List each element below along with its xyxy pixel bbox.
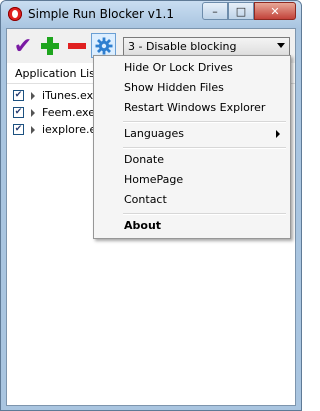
menu-item-donate[interactable]: Donate xyxy=(96,150,288,170)
chevron-down-icon[interactable] xyxy=(277,43,285,48)
title-bar[interactable]: Simple Run Blocker v1.1 – □ ✕ xyxy=(1,1,301,28)
menu-item-contact[interactable]: Contact xyxy=(96,190,288,210)
blocking-mode-value: 3 - Disable blocking xyxy=(128,40,237,53)
menu-item-label: Donate xyxy=(124,153,164,166)
menu-item-homepage[interactable]: HomePage xyxy=(96,170,288,190)
checkbox[interactable]: ✔ xyxy=(13,107,24,118)
app-name: iTunes.exe xyxy=(42,89,100,102)
check-icon[interactable]: ✔ xyxy=(11,34,35,59)
expand-arrow-icon[interactable] xyxy=(31,126,35,134)
menu-separator xyxy=(123,213,286,215)
expand-arrow-icon[interactable] xyxy=(31,109,35,117)
menu-item-label: Show Hidden Files xyxy=(124,81,224,94)
app-name: Feem.exe xyxy=(42,106,95,119)
menu-item-label: About xyxy=(124,219,162,232)
menu-separator xyxy=(123,147,286,149)
menu-item-label: Hide Or Lock Drives xyxy=(124,61,233,74)
submenu-arrow-icon xyxy=(276,130,280,138)
caption-buttons: – □ ✕ xyxy=(202,2,296,20)
menu-separator xyxy=(123,121,286,123)
menu-item-label: Languages xyxy=(124,127,185,140)
add-icon[interactable] xyxy=(38,34,62,58)
blocking-mode-select[interactable]: 3 - Disable blocking xyxy=(123,37,290,56)
menu-item-restart-windows-explorer[interactable]: Restart Windows Explorer xyxy=(96,98,288,118)
app-window: Simple Run Blocker v1.1 – □ ✕ ✔ 3 - Disa… xyxy=(0,0,302,411)
application-list-header-label: Application List xyxy=(15,67,100,80)
maximize-button[interactable]: □ xyxy=(228,2,254,20)
window-title: Simple Run Blocker v1.1 xyxy=(28,7,174,21)
menu-item-label: HomePage xyxy=(124,173,184,186)
menu-item-show-hidden-files[interactable]: Show Hidden Files xyxy=(96,78,288,98)
menu-item-about[interactable]: About xyxy=(96,216,288,236)
menu-item-label: Contact xyxy=(124,193,167,206)
menu-item-hide-or-lock-drives[interactable]: Hide Or Lock Drives xyxy=(96,58,288,78)
minimize-button[interactable]: – xyxy=(202,2,228,20)
app-logo-icon xyxy=(8,7,22,21)
checkbox[interactable]: ✔ xyxy=(13,124,24,135)
expand-arrow-icon[interactable] xyxy=(31,92,35,100)
remove-icon[interactable] xyxy=(65,34,89,58)
menu-item-label: Restart Windows Explorer xyxy=(124,101,266,114)
menu-item-languages[interactable]: Languages xyxy=(96,124,288,144)
checkbox[interactable]: ✔ xyxy=(13,90,24,101)
gear-icon xyxy=(95,37,112,54)
close-button[interactable]: ✕ xyxy=(254,2,296,20)
settings-dropdown-menu: Hide Or Lock Drives Show Hidden Files Re… xyxy=(93,55,291,239)
